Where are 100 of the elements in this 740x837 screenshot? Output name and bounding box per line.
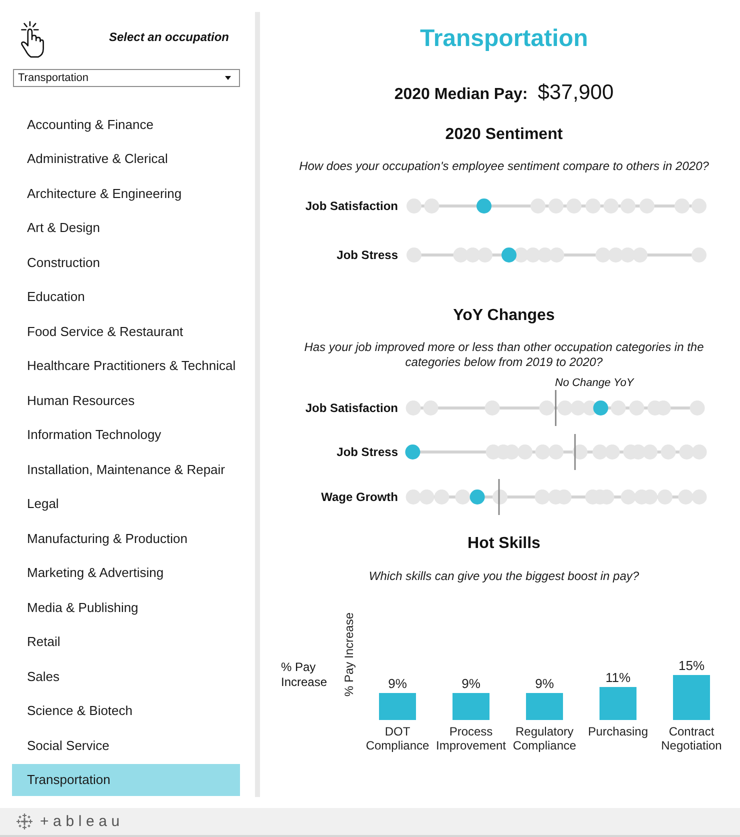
comparison-dot: [465, 248, 480, 262]
value-label: 9%: [535, 676, 554, 691]
comparison-dot: [548, 198, 564, 214]
occupation-item[interactable]: Architecture & Engineering: [12, 177, 240, 209]
comparison-dot: [406, 400, 421, 415]
reference-line: [554, 390, 556, 426]
comparison-dot: [692, 248, 706, 262]
plus-cluster-icon: [16, 813, 33, 830]
category-label: Process Improvement: [436, 724, 506, 752]
comparison-dot: [620, 248, 636, 262]
pointing-hand-icon: [18, 21, 47, 58]
comparison-dot: [692, 198, 706, 214]
occupation-item[interactable]: Food Service & Restaurant: [12, 315, 240, 347]
bar: [526, 693, 563, 720]
highlighted-dot: [476, 198, 492, 214]
row-label: Job Satisfaction: [304, 400, 398, 414]
occupation-item[interactable]: Sales: [12, 660, 240, 692]
value-label: 9%: [388, 676, 407, 691]
occupation-item[interactable]: Legal: [12, 488, 240, 520]
bar: [379, 693, 416, 720]
caret-icon: [225, 76, 231, 80]
comparison-dot: [592, 444, 608, 459]
comparison-dot: [406, 248, 422, 262]
section-question: Which skills can give you the biggest boost in pay?: [368, 568, 640, 584]
occupation-item[interactable]: Social Service: [12, 729, 240, 761]
comparison-dot: [620, 198, 636, 214]
occupation-item[interactable]: Human Resources: [12, 384, 240, 416]
median-pay-label: 2020 Median Pay:: [394, 85, 528, 105]
occupation-item[interactable]: Accounting & Finance: [12, 108, 240, 140]
row-label: Job Satisfaction: [304, 199, 398, 213]
comparison-dot: [419, 489, 434, 504]
comparison-dot: [406, 489, 421, 504]
highlighted-dot: [470, 489, 485, 504]
comparison-dot: [484, 400, 500, 415]
bar: [673, 675, 710, 720]
occupation-item[interactable]: Healthcare Practitioners & Technical: [12, 350, 240, 382]
section-question: Has your job improved more or less than other occupation categories in the categories below from 2019 to 2020?: [303, 340, 705, 370]
row-header: % Pay Increase: [281, 660, 328, 690]
category-label: Regulatory Compliance: [512, 724, 576, 752]
comparison-dot: [558, 400, 572, 415]
comparison-dot: [548, 444, 564, 459]
occupation-item[interactable]: Manufacturing & Production: [12, 522, 240, 554]
comparison-dot: [678, 489, 694, 504]
comparison-dot: [478, 248, 492, 262]
comparison-dot: [629, 400, 644, 415]
reference-line-label: No Change YoY: [555, 376, 634, 390]
selector-label: Select an occupation: [108, 30, 229, 45]
section-question: How does your occupation's employee sentiment compare to others in 2020?: [298, 158, 710, 174]
category-label: Purchasing: [588, 724, 648, 738]
value-label: 11%: [605, 670, 631, 685]
comparison-dot: [692, 444, 707, 459]
highlighted-dot: [593, 400, 608, 415]
comparison-dot: [406, 198, 422, 214]
occupation-item[interactable]: Retail: [12, 626, 240, 658]
comparison-dot: [690, 400, 705, 415]
comparison-dot: [539, 400, 554, 415]
value-label: 15%: [678, 658, 705, 673]
comparison-dot: [640, 198, 654, 214]
comparison-dot: [492, 489, 508, 504]
comparison-dot: [572, 444, 588, 459]
occupation-title: Transportation: [418, 25, 589, 53]
category-label: DOT Compliance: [366, 724, 430, 752]
comparison-dot: [423, 400, 438, 415]
highlighted-dot: [502, 248, 516, 262]
row-label: Job Stress: [336, 248, 398, 262]
comparison-dot: [530, 198, 546, 214]
comparison-dot: [608, 248, 624, 262]
occupation-item[interactable]: Transportation: [12, 764, 240, 796]
occupation-dropdown[interactable]: Transportation: [13, 69, 240, 87]
comparison-dot: [660, 444, 676, 459]
comparison-dot: [534, 489, 550, 504]
comparison-dot: [604, 444, 620, 459]
highlighted-dot: [405, 444, 420, 459]
value-label: 9%: [462, 676, 480, 691]
section-heading: YoY Changes: [452, 306, 556, 326]
comparison-dot: [455, 489, 470, 504]
comparison-dot: [570, 400, 586, 415]
comparison-dot: [566, 198, 582, 214]
comparison-dot: [586, 198, 600, 214]
comparison-dot: [434, 489, 450, 504]
occupation-item[interactable]: Administrative & Clerical: [12, 142, 240, 174]
occupation-item[interactable]: Education: [12, 280, 240, 312]
row-label: Wage Growth: [320, 490, 398, 504]
comparison-dot: [658, 489, 672, 504]
comparison-dot: [535, 444, 550, 459]
comparison-dot: [679, 444, 694, 459]
comparison-dot: [526, 248, 540, 262]
comparison-dot: [604, 198, 618, 214]
occupation-item[interactable]: Construction: [12, 246, 240, 278]
occupation-item[interactable]: Art & Design: [12, 212, 240, 244]
comparison-dot: [632, 248, 648, 262]
brand-wordmark: +ableau: [40, 812, 124, 830]
occupation-item[interactable]: Information Technology: [12, 418, 240, 450]
comparison-dot: [549, 248, 564, 262]
occupation-item[interactable]: Media & Publishing: [12, 591, 240, 623]
bar: [600, 687, 636, 720]
comparison-dot: [596, 248, 610, 262]
occupation-item[interactable]: Installation, Maintenance & Repair: [12, 453, 240, 485]
occupation-item[interactable]: Marketing & Advertising: [12, 556, 240, 588]
occupation-item[interactable]: Science & Biotech: [12, 694, 240, 726]
